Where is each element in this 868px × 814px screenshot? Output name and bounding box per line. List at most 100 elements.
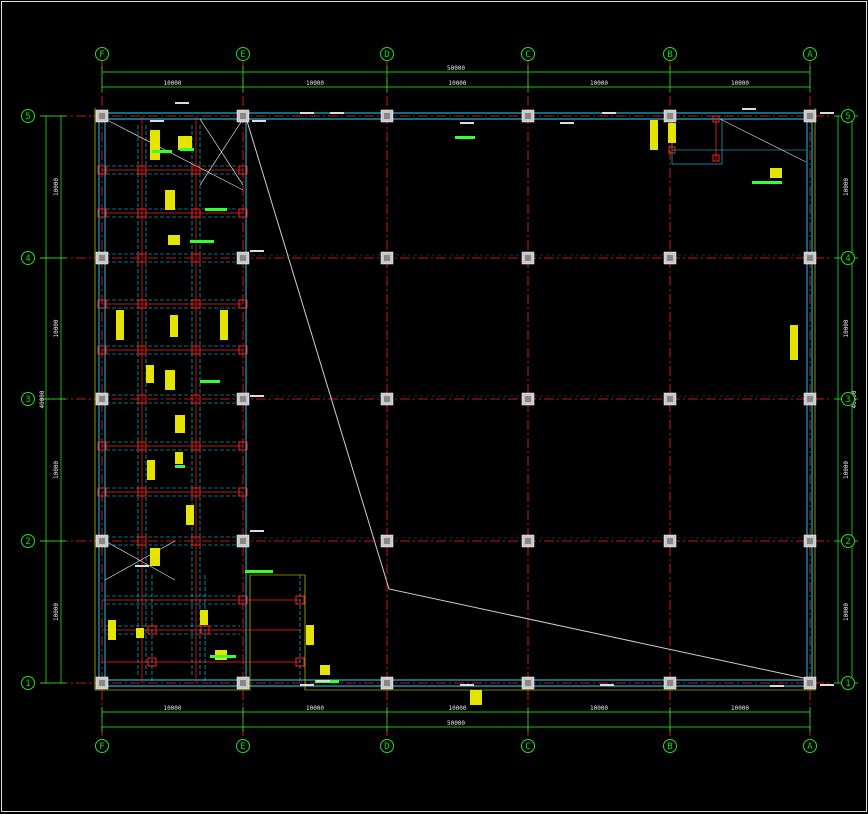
columns (95, 109, 817, 690)
column-core (240, 538, 246, 544)
column-core (99, 396, 105, 402)
axis-bubble-left-label: 4 (25, 254, 30, 264)
axis-bubble-left-label: 5 (25, 112, 30, 122)
beam-label-block (770, 168, 782, 178)
beam-size-note (820, 684, 834, 686)
dim-text-right: 10000 (843, 178, 850, 196)
beam-size-note (135, 565, 149, 567)
dim-text-bottom: 10000 (163, 705, 181, 712)
beam-size-note (820, 112, 834, 114)
beam-label-block (200, 610, 208, 625)
column-core (99, 255, 105, 261)
dim-text-top: 10000 (590, 80, 608, 87)
stair-box (671, 118, 723, 165)
column-core (240, 113, 246, 119)
axis-bubble-top-label: D (384, 50, 389, 60)
beam-size-note (770, 685, 784, 687)
axis-bubble-left-label: 2 (25, 537, 30, 547)
beam-size-note (250, 250, 264, 252)
beam-label-block (136, 628, 144, 638)
beam-label-block (220, 310, 228, 340)
beam-label-block (668, 123, 676, 143)
beam-label-block (470, 690, 482, 705)
dim-total-bottom: 50000 (447, 720, 465, 727)
column-core (667, 113, 673, 119)
dim-text-right: 10000 (843, 461, 850, 479)
axis-bubble-right-label: 2 (845, 537, 850, 547)
beam-label-text-mark (245, 570, 273, 573)
dim-text-left: 10000 (53, 461, 60, 479)
beam-label-block (186, 505, 194, 525)
column-core (384, 255, 390, 261)
column-core (667, 396, 673, 402)
beam-label-text-mark (210, 655, 236, 658)
beam-label-text-mark (205, 208, 227, 211)
beam-label-block (165, 190, 175, 210)
beam-label-block (150, 130, 160, 160)
beam-label-block (116, 310, 124, 340)
stair-diagonal (719, 118, 807, 163)
floor-plan: 10000 10000 10000 10000 10000 50000 10000 10000… (1, 1, 867, 812)
dim-total-top: 50000 (447, 65, 465, 72)
beam-size-note (150, 120, 164, 122)
column-core (807, 680, 813, 686)
beam-size-note (300, 684, 314, 686)
column-core (807, 538, 813, 544)
dim-text-right: 10000 (843, 603, 850, 621)
cad-drawing-canvas[interactable]: 10000 10000 10000 10000 10000 50000 10000 10000… (0, 0, 868, 814)
beam-label-text-mark (455, 136, 475, 139)
axis-bubble-bottom-label: A (807, 742, 813, 752)
axis-bubble-right-label: 5 (845, 112, 850, 122)
beam-label-block (178, 136, 192, 150)
axis-bubble-bottom-label: C (525, 742, 530, 752)
beam-label-block (790, 325, 798, 360)
column-core (99, 680, 105, 686)
beam-size-note (300, 112, 314, 114)
column-core (525, 113, 531, 119)
beam-size-note (252, 120, 266, 122)
beam-label-block (650, 120, 658, 150)
column-core (525, 255, 531, 261)
axis-bubble-bottom-label: D (384, 742, 389, 752)
axis-bubble-left-label: 1 (25, 679, 30, 689)
beam-label-block (320, 665, 330, 675)
column-core (807, 396, 813, 402)
axis-bubble-top-label: A (807, 50, 813, 60)
dim-text-bottom: 10000 (731, 705, 749, 712)
column-core (525, 538, 531, 544)
beam-label-text-mark (200, 380, 220, 383)
column-core (384, 538, 390, 544)
dim-text-top: 10000 (163, 80, 181, 87)
dim-text-left: 10000 (53, 319, 60, 337)
beam-size-note (460, 684, 474, 686)
dim-text-bottom: 10000 (306, 705, 324, 712)
column-core (807, 113, 813, 119)
axis-bubble-bottom-label: F (99, 742, 104, 752)
column-core (240, 255, 246, 261)
column-core (240, 396, 246, 402)
dim-text-top: 10000 (306, 80, 324, 87)
axis-bubble-top-label: C (525, 50, 530, 60)
column-core (384, 396, 390, 402)
beam-size-note (742, 108, 756, 110)
column-core (384, 680, 390, 686)
axis-bubble-top-label: F (99, 50, 104, 60)
dim-text-bottom: 10000 (590, 705, 608, 712)
dim-text-left: 10000 (53, 603, 60, 621)
beam-label-block (147, 460, 155, 480)
column-core (667, 680, 673, 686)
column-core (240, 680, 246, 686)
dim-text-top: 10000 (731, 80, 749, 87)
dim-total-left: 40000 (39, 390, 46, 408)
beam-size-note (250, 530, 264, 532)
axis-bubble-bottom-label: B (667, 742, 672, 752)
beam-label-block (165, 370, 175, 390)
beam-label-text-mark (175, 465, 185, 468)
dim-text-right: 10000 (843, 319, 850, 337)
beam-label-block (170, 315, 178, 337)
dim-text-left: 10000 (53, 178, 60, 196)
beam-label-text-mark (190, 240, 214, 243)
axis-bubble-bottom-label: E (240, 742, 245, 752)
beam-size-note (250, 395, 264, 397)
beam-size-note (560, 122, 574, 124)
